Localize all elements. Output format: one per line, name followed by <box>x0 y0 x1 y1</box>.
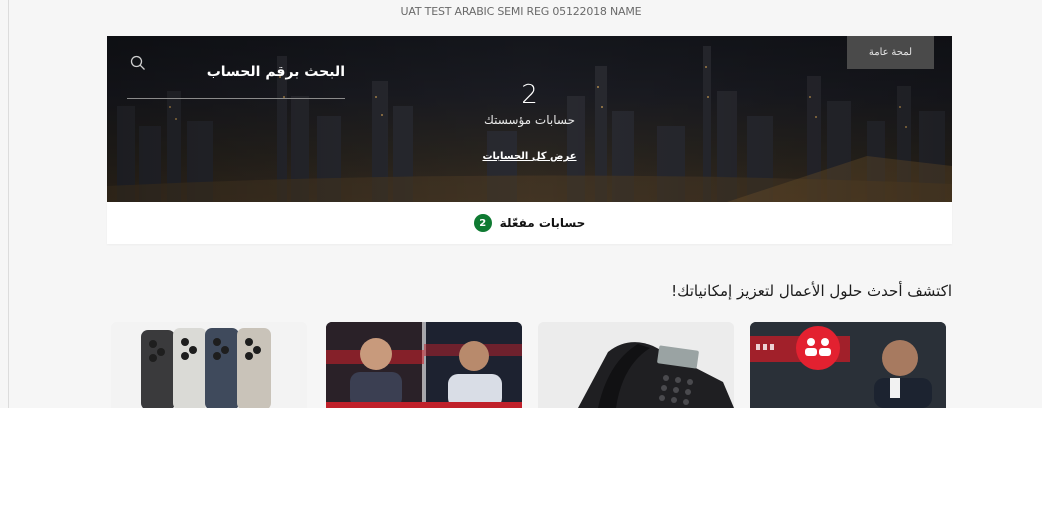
activated-accounts-bar[interactable]: 2 حسابات مفعّلة <box>107 202 952 244</box>
activated-accounts-label: حسابات مفعّلة <box>499 216 586 230</box>
search-icon[interactable] <box>129 54 147 72</box>
users-icon <box>750 322 946 408</box>
overview-button[interactable]: لمحة عامة <box>847 36 934 69</box>
accounts-count: 2 <box>521 80 538 110</box>
phones-icon <box>111 322 307 408</box>
accounts-hero-banner: لمحة عامة البحث برقم الحساب 2 حسابات مؤس… <box>107 36 952 202</box>
promo-card-phones[interactable] <box>111 322 307 408</box>
sidebar-divider <box>8 0 9 408</box>
promo-card-users[interactable] <box>750 322 946 408</box>
promo-card-desk-phone[interactable] <box>538 322 734 408</box>
desk-phone-icon <box>538 322 734 408</box>
view-all-accounts-link[interactable]: عرض كل الحسابات <box>482 151 576 162</box>
activated-count-badge: 2 <box>473 214 492 232</box>
view-all-accounts: عرض كل الحسابات <box>107 144 952 163</box>
search-placeholder: البحث برقم الحساب <box>206 64 345 80</box>
video-call-icon <box>326 322 522 408</box>
discover-section-title: اكتشف أحدث حلول الأعمال لتعزيز إمكانياتك… <box>671 282 952 300</box>
promo-card-video-call[interactable] <box>326 322 522 408</box>
accounts-count-label: حسابات مؤسستك <box>483 113 575 127</box>
dashboard-page: UAT TEST ARABIC SEMI REG 05122018 NAME ل… <box>0 0 1042 408</box>
account-name: UAT TEST ARABIC SEMI REG 05122018 NAME <box>400 5 642 18</box>
